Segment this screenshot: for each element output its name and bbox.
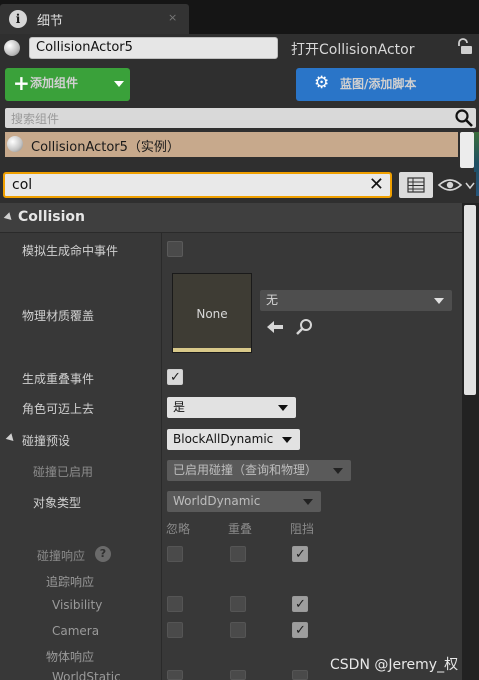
chevron-down-icon bbox=[303, 499, 313, 505]
material-thumb-label: None bbox=[196, 307, 228, 321]
response-ignore-checkbox[interactable] bbox=[167, 546, 183, 562]
add-component-button[interactable]: + 添加组件 bbox=[5, 68, 130, 101]
worldstatic-label: WorldStatic bbox=[52, 670, 121, 680]
col-block-header: 阻挡 bbox=[290, 522, 315, 536]
phys-mat-label: 物理材质覆盖 bbox=[22, 309, 95, 323]
step-up-label: 角色可迈上去 bbox=[22, 402, 95, 416]
chevron-down-icon bbox=[278, 405, 288, 411]
chevron-down-icon bbox=[114, 81, 124, 87]
visibility-overlap-checkbox[interactable] bbox=[230, 596, 246, 612]
check-icon: ✓ bbox=[295, 547, 306, 562]
response-block-checkbox[interactable]: ✓ bbox=[292, 546, 308, 562]
grid-icon bbox=[407, 177, 425, 193]
watermark: CSDN @Jeremy_权 bbox=[330, 657, 459, 673]
chevron-down-icon bbox=[434, 298, 444, 304]
component-search-input[interactable]: 搜索组件 bbox=[5, 108, 476, 128]
step-up-combo[interactable]: 是 bbox=[167, 397, 296, 418]
component-list-scrollbar[interactable] bbox=[460, 132, 474, 168]
collision-enabled-label: 碰撞已启用 bbox=[33, 465, 94, 479]
details-scrollbar-thumb[interactable] bbox=[464, 205, 476, 395]
category-collision[interactable]: Collision bbox=[0, 203, 462, 233]
preset-combo[interactable]: BlockAllDynamic bbox=[167, 429, 300, 450]
sim-hit-checkbox[interactable] bbox=[167, 241, 183, 257]
check-icon: ✓ bbox=[295, 623, 306, 638]
camera-overlap-checkbox[interactable] bbox=[230, 622, 246, 638]
sim-hit-label: 模拟生成命中事件 bbox=[22, 244, 119, 258]
chevron-down-icon bbox=[333, 468, 343, 474]
material-thumb-bar bbox=[173, 348, 251, 352]
search-icon[interactable] bbox=[454, 108, 474, 131]
help-icon[interactable]: ? bbox=[95, 546, 111, 562]
collision-enabled-combo[interactable]: 已启用碰撞（查询和物理） bbox=[167, 460, 351, 481]
tab-details[interactable]: i 细节 × bbox=[0, 4, 189, 34]
blueprint-script-button[interactable]: ⚙ 蓝图/添加脚本 bbox=[296, 68, 476, 101]
worldstatic-overlap-checkbox[interactable] bbox=[230, 670, 246, 680]
filter-value: col bbox=[12, 177, 33, 193]
object-response-label: 物体响应 bbox=[46, 650, 95, 664]
chevron-down-icon bbox=[282, 437, 292, 443]
actor-sphere-icon bbox=[7, 136, 23, 152]
browse-search-icon[interactable] bbox=[296, 318, 314, 339]
property-matrix-button[interactable] bbox=[399, 172, 433, 198]
col-overlap-header: 重叠 bbox=[228, 522, 253, 536]
object-type-combo[interactable]: WorldDynamic bbox=[167, 491, 321, 512]
component-list-item[interactable]: CollisionActor5（实例） bbox=[5, 132, 458, 157]
material-thumbnail[interactable]: None bbox=[172, 273, 252, 353]
worldstatic-ignore-checkbox[interactable] bbox=[167, 670, 183, 680]
object-type-value: WorldDynamic bbox=[173, 494, 261, 508]
back-arrow-icon[interactable] bbox=[266, 319, 284, 338]
camera-block-checkbox[interactable]: ✓ bbox=[292, 622, 308, 638]
phys-mat-value: 无 bbox=[266, 293, 279, 307]
plus-icon: + bbox=[13, 71, 30, 95]
check-icon: ✓ bbox=[295, 597, 306, 612]
response-overlap-checkbox[interactable] bbox=[230, 546, 246, 562]
worldstatic-block-checkbox[interactable] bbox=[292, 670, 308, 680]
tab-title: 细节 bbox=[37, 14, 64, 29]
camera-label: Camera bbox=[52, 624, 100, 638]
add-component-label: 添加组件 bbox=[30, 76, 79, 90]
component-item-label: CollisionActor5（实例） bbox=[31, 140, 180, 155]
preset-label: 碰撞预设 bbox=[22, 434, 71, 448]
clear-filter-icon[interactable]: ✕ bbox=[369, 174, 384, 195]
preset-value: BlockAllDynamic bbox=[173, 432, 274, 446]
visibility-label: Visibility bbox=[52, 598, 103, 612]
gear-icon: ⚙ bbox=[314, 73, 330, 93]
info-icon: i bbox=[9, 10, 27, 28]
category-label: Collision bbox=[18, 209, 86, 225]
visibility-block-checkbox[interactable]: ✓ bbox=[292, 596, 308, 612]
lock-icon[interactable] bbox=[455, 38, 473, 56]
details-filter-input[interactable]: col ✕ bbox=[3, 172, 392, 198]
column-divider[interactable] bbox=[161, 203, 162, 680]
open-actor-link[interactable]: 打开CollisionActor bbox=[291, 39, 414, 59]
gen-overlap-label: 生成重叠事件 bbox=[22, 372, 95, 386]
actor-name-input[interactable]: CollisionActor5 bbox=[29, 37, 278, 59]
phys-mat-combo[interactable]: 无 bbox=[260, 290, 452, 311]
step-up-value: 是 bbox=[173, 400, 186, 414]
trace-response-label: 追踪响应 bbox=[46, 575, 95, 589]
object-type-label: 对象类型 bbox=[33, 496, 82, 510]
blueprint-label: 蓝图/添加脚本 bbox=[340, 77, 417, 91]
tab-close-icon[interactable]: × bbox=[168, 11, 177, 24]
expand-arrow-icon bbox=[3, 212, 15, 223]
collision-response-label: 碰撞响应 bbox=[37, 549, 86, 563]
eye-icon bbox=[437, 179, 475, 191]
check-icon: ✓ bbox=[170, 370, 181, 385]
visibility-ignore-checkbox[interactable] bbox=[167, 596, 183, 612]
component-search-placeholder: 搜索组件 bbox=[11, 112, 60, 126]
collision-enabled-value: 已启用碰撞（查询和物理） bbox=[173, 463, 318, 477]
actor-sphere-icon bbox=[4, 40, 20, 56]
gen-overlap-checkbox[interactable]: ✓ bbox=[167, 369, 183, 385]
view-options-button[interactable] bbox=[436, 172, 476, 198]
col-ignore-header: 忽略 bbox=[166, 522, 191, 536]
camera-ignore-checkbox[interactable] bbox=[167, 622, 183, 638]
